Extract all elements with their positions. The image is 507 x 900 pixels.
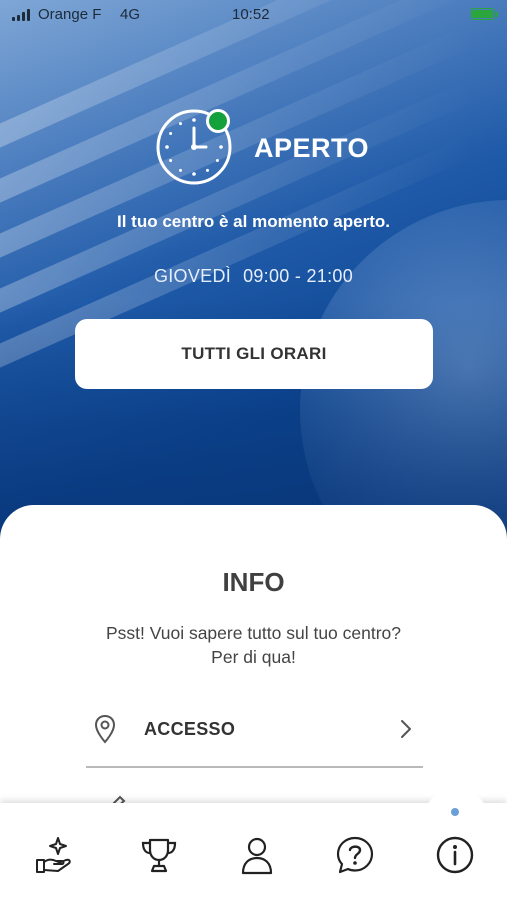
status-label: APERTO xyxy=(254,133,370,163)
info-subtitle: Psst! Vuoi sapere tutto sul tuo centro? … xyxy=(0,621,507,669)
info-title: INFO xyxy=(222,567,285,597)
location-pin-icon xyxy=(94,714,116,744)
open-status-dot xyxy=(206,109,230,133)
today-time-range: 09:00 - 21:00 xyxy=(243,266,354,286)
info-row-access[interactable]: ACCESSO xyxy=(86,700,423,768)
hand-sparkle-icon xyxy=(36,837,71,873)
status-description: Il tuo centro è al momento aperto. xyxy=(117,212,390,231)
info-subtitle-line2: Per di qua! xyxy=(211,647,296,667)
info-subtitle-line1: Psst! Vuoi sapere tutto sul tuo centro? xyxy=(105,623,402,643)
info-row-label: ACCESSO xyxy=(144,719,236,739)
signal-icon xyxy=(12,9,32,21)
info-icon xyxy=(436,836,474,874)
today-day: GIOVEDÌ xyxy=(153,266,232,286)
carrier-name: Orange F xyxy=(38,6,102,23)
today-hours: GIOVEDÌ 09:00 - 21:00 xyxy=(0,266,507,287)
status-time: 10:52 xyxy=(232,6,270,23)
chevron-right-icon xyxy=(401,720,411,738)
person-icon xyxy=(241,837,273,875)
tab-rewards[interactable] xyxy=(32,832,78,878)
tab-challenges[interactable] xyxy=(136,832,182,878)
network-type: 4G xyxy=(120,6,141,23)
active-tab-indicator xyxy=(451,808,459,816)
question-bubble-icon xyxy=(336,836,374,874)
tab-help[interactable] xyxy=(332,832,378,878)
battery-icon xyxy=(470,8,498,20)
status-bar: Orange F 4G 10:52 xyxy=(0,0,507,30)
all-hours-button[interactable]: TUTTI GLI ORARI xyxy=(75,319,433,389)
tab-profile[interactable] xyxy=(234,832,280,878)
trophy-icon xyxy=(141,838,177,873)
tab-info[interactable] xyxy=(432,832,478,878)
